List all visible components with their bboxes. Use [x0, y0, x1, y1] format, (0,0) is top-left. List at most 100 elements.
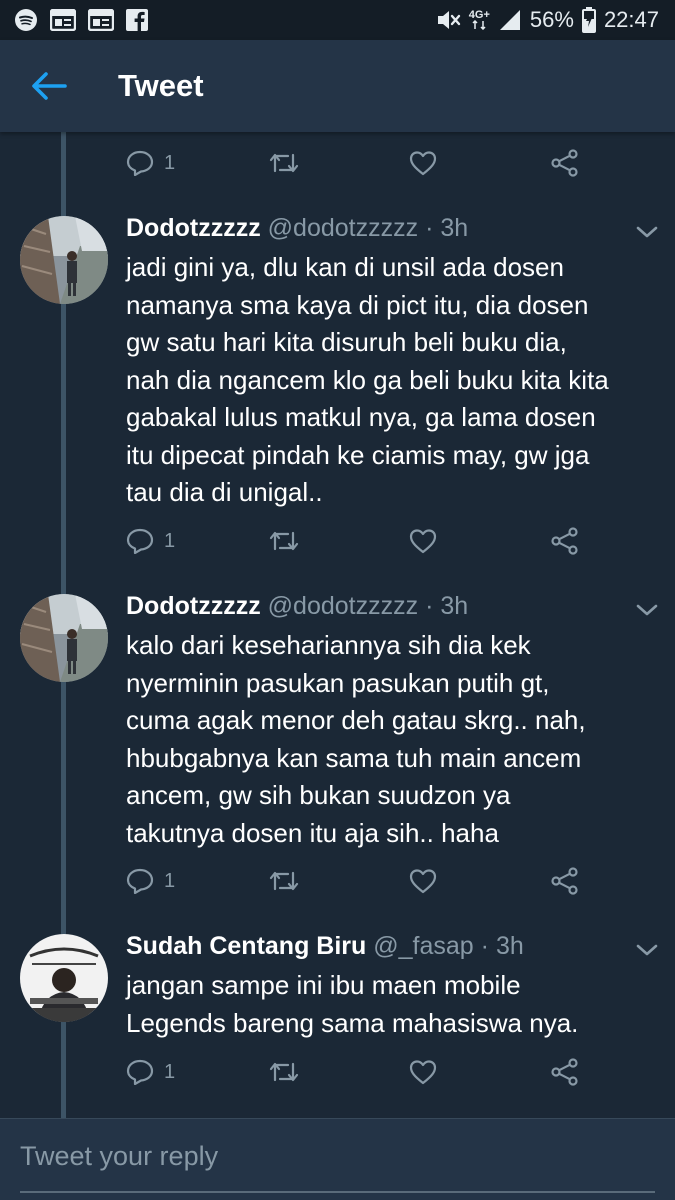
reply-count: 1	[164, 151, 176, 174]
battery-percent: 56%	[529, 7, 574, 32]
tweet-text: kalo dari kesehariannya sih dia kek nyer…	[126, 627, 656, 852]
signal-icon	[498, 8, 522, 32]
reply-input[interactable]	[20, 1141, 650, 1172]
like-button[interactable]	[409, 1052, 437, 1092]
share-icon	[551, 1058, 578, 1086]
author-handle[interactable]: @_fasap	[373, 932, 473, 960]
reply-button[interactable]: 1	[126, 143, 175, 183]
share-button[interactable]	[551, 143, 579, 183]
news-icon	[88, 9, 114, 31]
network-4g-icon: 4G+	[469, 10, 490, 30]
retweet-icon	[269, 531, 299, 551]
battery-charging-icon	[581, 7, 596, 33]
arrow-left-icon	[32, 72, 67, 100]
author-name[interactable]: Sudah Centang Biru	[126, 932, 366, 960]
back-button[interactable]	[14, 51, 84, 121]
retweet-icon	[269, 153, 299, 173]
tweet-header: Sudah Centang Biru @_fasap · 3h	[126, 932, 524, 961]
author-handle[interactable]: @dodotzzzzz	[268, 592, 418, 620]
reply-count: 1	[164, 529, 176, 552]
tweet-actions: 1	[126, 521, 596, 561]
tweet-text-line: jadi gini ya, dlu kan di unsil ada dosen	[126, 252, 564, 282]
reply-icon	[126, 1059, 154, 1085]
tweet-time: 3h	[495, 932, 524, 960]
mute-icon	[435, 8, 461, 32]
heart-icon	[409, 529, 437, 554]
tweet-time: 3h	[440, 214, 469, 242]
tweet-time: 3h	[440, 592, 469, 620]
like-button[interactable]	[409, 143, 437, 183]
share-button[interactable]	[551, 521, 579, 561]
author-handle[interactable]: @dodotzzzzz	[268, 214, 418, 242]
avatar[interactable]	[20, 216, 108, 304]
tweet-text-line: cuma agak menor deh gatau skrg.. nah,	[126, 705, 586, 735]
heart-icon	[409, 869, 437, 894]
reply-count: 1	[164, 1060, 176, 1083]
retweet-button[interactable]	[268, 521, 300, 561]
tweet-text-line: gabakal lulus matkul nya, ga lama dosen	[126, 402, 596, 432]
tweet-text-line: nyerminin pasukan pasukan putih gt,	[126, 667, 550, 698]
heart-icon	[409, 1060, 437, 1085]
tweet-actions: 1	[126, 143, 596, 183]
tweet-header: Dodotzzzzz @dodotzzzzz · 3h	[126, 592, 468, 621]
tweet-actions: 1	[126, 1052, 596, 1092]
avatar[interactable]	[20, 594, 108, 682]
tweet-actions: 1	[126, 861, 596, 901]
chevron-down-icon[interactable]	[633, 222, 661, 242]
retweet-icon	[269, 1062, 299, 1082]
like-button[interactable]	[409, 521, 437, 561]
app-bar: Tweet	[0, 40, 675, 132]
retweet-button[interactable]	[268, 861, 300, 901]
tweet-text-line: jangan sampe ini ibu maen mobile	[126, 970, 521, 1000]
system-status: 4G+ 56% 22:47	[435, 0, 659, 40]
chevron-down-icon[interactable]	[633, 600, 661, 620]
author-name[interactable]: Dodotzzzzz	[126, 214, 261, 242]
share-button[interactable]	[551, 861, 579, 901]
retweet-button[interactable]	[268, 1052, 300, 1092]
share-icon	[551, 149, 578, 177]
avatar[interactable]	[20, 934, 108, 1022]
like-button[interactable]	[409, 861, 437, 901]
tweet-text: jadi gini ya, dlu kan di unsil ada dosen…	[126, 249, 656, 512]
tweet-text-line: hbubgabnya kan sama tuh main ancem	[126, 742, 582, 773]
reply-icon	[126, 868, 154, 894]
reply-input-underline	[20, 1191, 655, 1193]
retweet-icon	[269, 871, 299, 891]
reply-button[interactable]: 1	[126, 1052, 175, 1092]
separator-dot: ·	[480, 932, 489, 960]
tweet-text: jangan sampe ini ibu maen mobile Legends…	[126, 967, 656, 1042]
separator-dot: ·	[425, 214, 434, 242]
tweet-text-line: tau dia di unigal..	[126, 477, 323, 507]
facebook-icon	[126, 9, 148, 31]
tweet-text-line: itu dipecat pindah ke ciamis may, gw jga	[126, 439, 590, 470]
share-icon	[551, 527, 578, 555]
tweet-text-line: gw satu hari kita disuruh beli buku dia,	[126, 327, 567, 357]
news-icon	[50, 9, 76, 31]
author-name[interactable]: Dodotzzzzz	[126, 592, 261, 620]
share-button[interactable]	[551, 1052, 579, 1092]
notification-icons	[0, 8, 148, 32]
spotify-icon	[14, 8, 38, 32]
tweet-text-line: namanya sma kaya di pict itu, dia dosen	[126, 289, 589, 320]
reply-icon	[126, 528, 154, 554]
tweet-text-line: takutnya dosen itu aja sih.. haha	[126, 817, 499, 848]
retweet-button[interactable]	[268, 143, 300, 183]
tweet-text-line: Legends bareng sama mahasiswa nya.	[126, 1007, 579, 1038]
reply-button[interactable]: 1	[126, 521, 175, 561]
chevron-down-icon[interactable]	[633, 940, 661, 960]
tweet[interactable]: Dodotzzzzz @dodotzzzzz · 3h kalo dari ke…	[0, 583, 675, 903]
reply-bar	[0, 1118, 675, 1200]
clock: 22:47	[603, 7, 659, 32]
tweet-text-line: kalo dari kesehariannya sih dia kek	[126, 630, 531, 660]
reply-button[interactable]: 1	[126, 861, 175, 901]
network-type: 4G+	[468, 9, 490, 21]
heart-icon	[409, 151, 437, 176]
tweet-text-line: nah dia ngancem klo ga beli buku kita ki…	[126, 364, 609, 395]
status-bar: 4G+ 56% 22:47	[0, 0, 675, 40]
share-icon	[551, 867, 578, 895]
reply-icon	[126, 150, 154, 176]
page-title: Tweet	[118, 68, 204, 103]
tweet-text-line: ancem, gw sih bukan suudzon ya	[126, 780, 511, 810]
tweet-header: Dodotzzzzz @dodotzzzzz · 3h	[126, 214, 468, 243]
reply-count: 1	[164, 869, 176, 892]
